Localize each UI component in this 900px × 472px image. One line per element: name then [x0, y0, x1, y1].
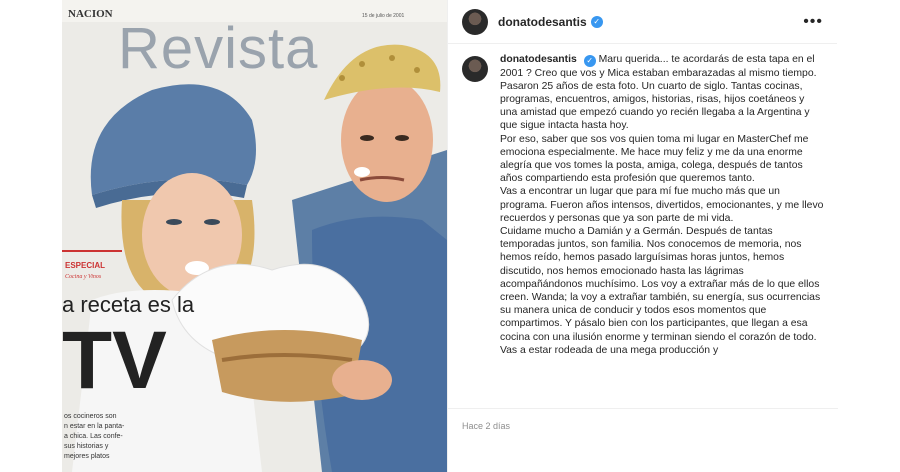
cover-body-line: a chica. Las confe- [64, 433, 123, 440]
cover-date: 15 de julio de 2001 [362, 13, 404, 19]
caption-paragraph: Vas a encontrar un lugar que para mí fue… [500, 186, 824, 224]
post-caption: donatodesantis ✓ Maru querida... te acor… [462, 53, 824, 390]
cover-body-line: mejores platos [64, 453, 110, 460]
cover-body-line: n estar en la panta- [64, 423, 125, 430]
newspaper-name: NACION [68, 8, 113, 20]
more-options-icon[interactable]: ••• [803, 13, 823, 31]
cover-headline-line-2: TV [62, 315, 167, 406]
post-header: donatodesantis ✓ ••• [448, 0, 837, 44]
verified-badge-icon: ✓ [590, 15, 603, 28]
post-image[interactable]: NACION 15 de julio de 2001 Revista ESPEC… [62, 0, 447, 472]
avatar[interactable] [462, 8, 488, 35]
caption-paragraph: Pasaron 25 años de esta foto. Un cuarto … [500, 80, 810, 132]
section-label: ESPECIAL [65, 261, 105, 270]
cover-body-line: sus historias y [64, 443, 109, 450]
section-sub-label: Cocina y Vinos [65, 274, 102, 280]
caption-paragraph: donatodesantis ✓ Maru querida... te acor… [500, 53, 824, 80]
verified-badge-icon: ✓ [583, 54, 596, 67]
post-timestamp[interactable]: Hace 2 días [462, 421, 510, 431]
cover-headline-line-1: a receta es la [62, 292, 195, 317]
avatar[interactable] [462, 56, 488, 82]
caption-paragraph: Por eso, saber que sos vos quien toma mi… [500, 133, 809, 185]
caption-username-link[interactable]: donatodesantis [500, 54, 577, 65]
caption-text: donatodesantis ✓ Maru querida... te acor… [500, 53, 824, 390]
masthead: Revista [118, 16, 318, 81]
magazine-cover-illustration: NACION 15 de julio de 2001 Revista ESPEC… [62, 0, 447, 472]
post-panel: donatodesantis ✓ ••• donatodesantis ✓ Ma… [447, 0, 838, 472]
username-link[interactable]: donatodesantis [498, 15, 587, 29]
cover-body-line: os cocineros son [64, 413, 117, 420]
post-footer: Hace 2 días [448, 408, 838, 472]
caption-paragraph: Cuidame mucho a Damián y a Germán. Despu… [500, 226, 821, 356]
